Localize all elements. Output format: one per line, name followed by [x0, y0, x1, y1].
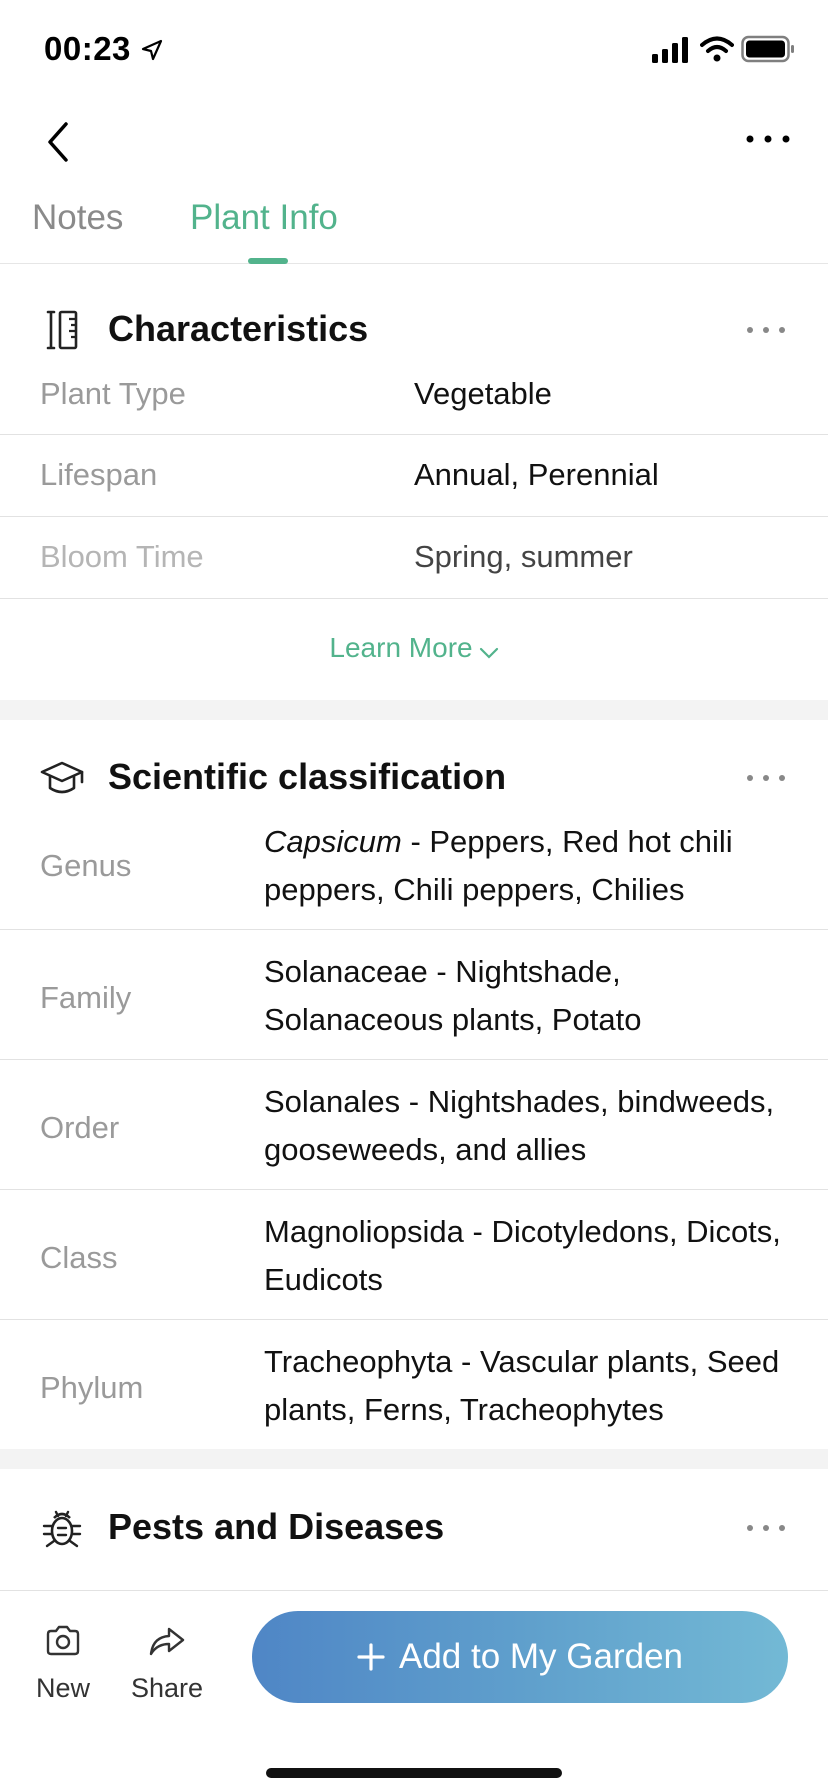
- row-value: Annual, Perennial: [414, 457, 659, 492]
- characteristics-header: Characteristics: [0, 288, 828, 368]
- section-title: Pests and Diseases: [108, 1506, 445, 1547]
- wifi-icon: [700, 36, 734, 62]
- bug-icon: [42, 1510, 82, 1548]
- learn-more-button[interactable]: Learn More: [0, 602, 828, 694]
- row-label: Lifespan: [40, 457, 158, 492]
- location-arrow-icon: [141, 39, 163, 61]
- tab-notes[interactable]: Notes: [32, 198, 123, 238]
- more-horizontal-icon[interactable]: [744, 322, 788, 338]
- home-indicator: [266, 1768, 562, 1778]
- classification-row-order: Order Solanales - Nightshades, bindweeds…: [0, 1060, 828, 1190]
- add-to-garden-button[interactable]: Add to My Garden: [252, 1611, 788, 1703]
- row-value: Solanales - Nightshades, bindweeds, goos…: [264, 1084, 775, 1167]
- more-options-button[interactable]: [740, 124, 796, 154]
- row-label: Class: [40, 1240, 118, 1275]
- row-label: Phylum: [40, 1370, 144, 1405]
- status-time: 00:23: [44, 30, 131, 67]
- tab-plant-info[interactable]: Plant Info: [190, 198, 338, 238]
- signal-icon: [652, 37, 688, 63]
- section-divider: [0, 700, 828, 720]
- share-button[interactable]: Share: [122, 1621, 212, 1704]
- share-icon: [149, 1627, 185, 1656]
- camera-icon: [46, 1625, 80, 1656]
- active-tab-indicator: [248, 258, 288, 264]
- row-label: Genus: [40, 848, 132, 883]
- row-value: Capsicum - Peppers, Red hot chili pepper…: [264, 818, 784, 914]
- row-value: Magnoliopsida - Dicotyledons, Dicots, Eu…: [264, 1214, 781, 1297]
- learn-more-label: Learn More: [329, 632, 473, 663]
- row-label: Plant Type: [40, 376, 186, 411]
- new-button[interactable]: New: [18, 1621, 108, 1704]
- classification-row-class: Class Magnoliopsida - Dicotyledons, Dico…: [0, 1190, 828, 1320]
- row-value: Tracheophyta - Vascular plants, Seed pla…: [264, 1344, 780, 1427]
- more-horizontal-icon[interactable]: [744, 770, 788, 786]
- tab-bar: Notes Plant Info: [0, 180, 828, 264]
- section-title: Characteristics: [108, 308, 369, 349]
- classification-header: Scientific classification: [0, 736, 828, 816]
- genus-name: Capsicum: [264, 824, 402, 859]
- add-to-garden-label: Add to My Garden: [398, 1637, 684, 1676]
- battery-icon: [741, 35, 794, 63]
- status-bar: 00:23: [0, 0, 828, 100]
- row-label: Family: [40, 980, 132, 1015]
- characteristic-row-lifespan: Lifespan Annual, Perennial: [0, 435, 828, 517]
- bottom-action-bar: New Share Add to My Garden: [0, 1590, 828, 1792]
- characteristic-row-plant-type: Plant Type Vegetable: [0, 362, 828, 435]
- pests-header: Pests and Diseases: [0, 1486, 828, 1566]
- row-label: Bloom Time: [40, 539, 204, 574]
- classification-row-genus: Genus Capsicum - Peppers, Red hot chili …: [0, 816, 828, 930]
- classification-row-phylum: Phylum Tracheophyta - Vascular plants, S…: [0, 1320, 828, 1448]
- row-value: Solanaceae - Nightshade, Solanaceous pla…: [264, 954, 642, 1037]
- new-label: New: [35, 1673, 90, 1703]
- plus-icon: [357, 1643, 385, 1671]
- chevron-down-icon: [479, 647, 498, 659]
- back-button[interactable]: [36, 116, 84, 168]
- characteristic-row-bloom-time: Bloom Time Spring, summer: [0, 517, 828, 599]
- more-horizontal-icon[interactable]: [744, 1520, 788, 1536]
- section-title: Scientific classification: [108, 756, 507, 797]
- section-divider: [0, 1449, 828, 1469]
- plant-info-screen: 00:23 Notes Plant Info Characteristics P…: [0, 0, 828, 1792]
- chevron-left-icon: [48, 122, 68, 162]
- row-label: Order: [40, 1110, 120, 1145]
- share-label: Share: [130, 1673, 204, 1703]
- classification-row-family: Family Solanaceae - Nightshade, Solanace…: [0, 930, 828, 1060]
- row-value: Vegetable: [414, 376, 552, 411]
- more-horizontal-icon: [746, 135, 790, 143]
- row-value: Spring, summer: [414, 539, 633, 574]
- graduation-cap-icon: [40, 761, 84, 794]
- ruler-icon: [46, 310, 78, 350]
